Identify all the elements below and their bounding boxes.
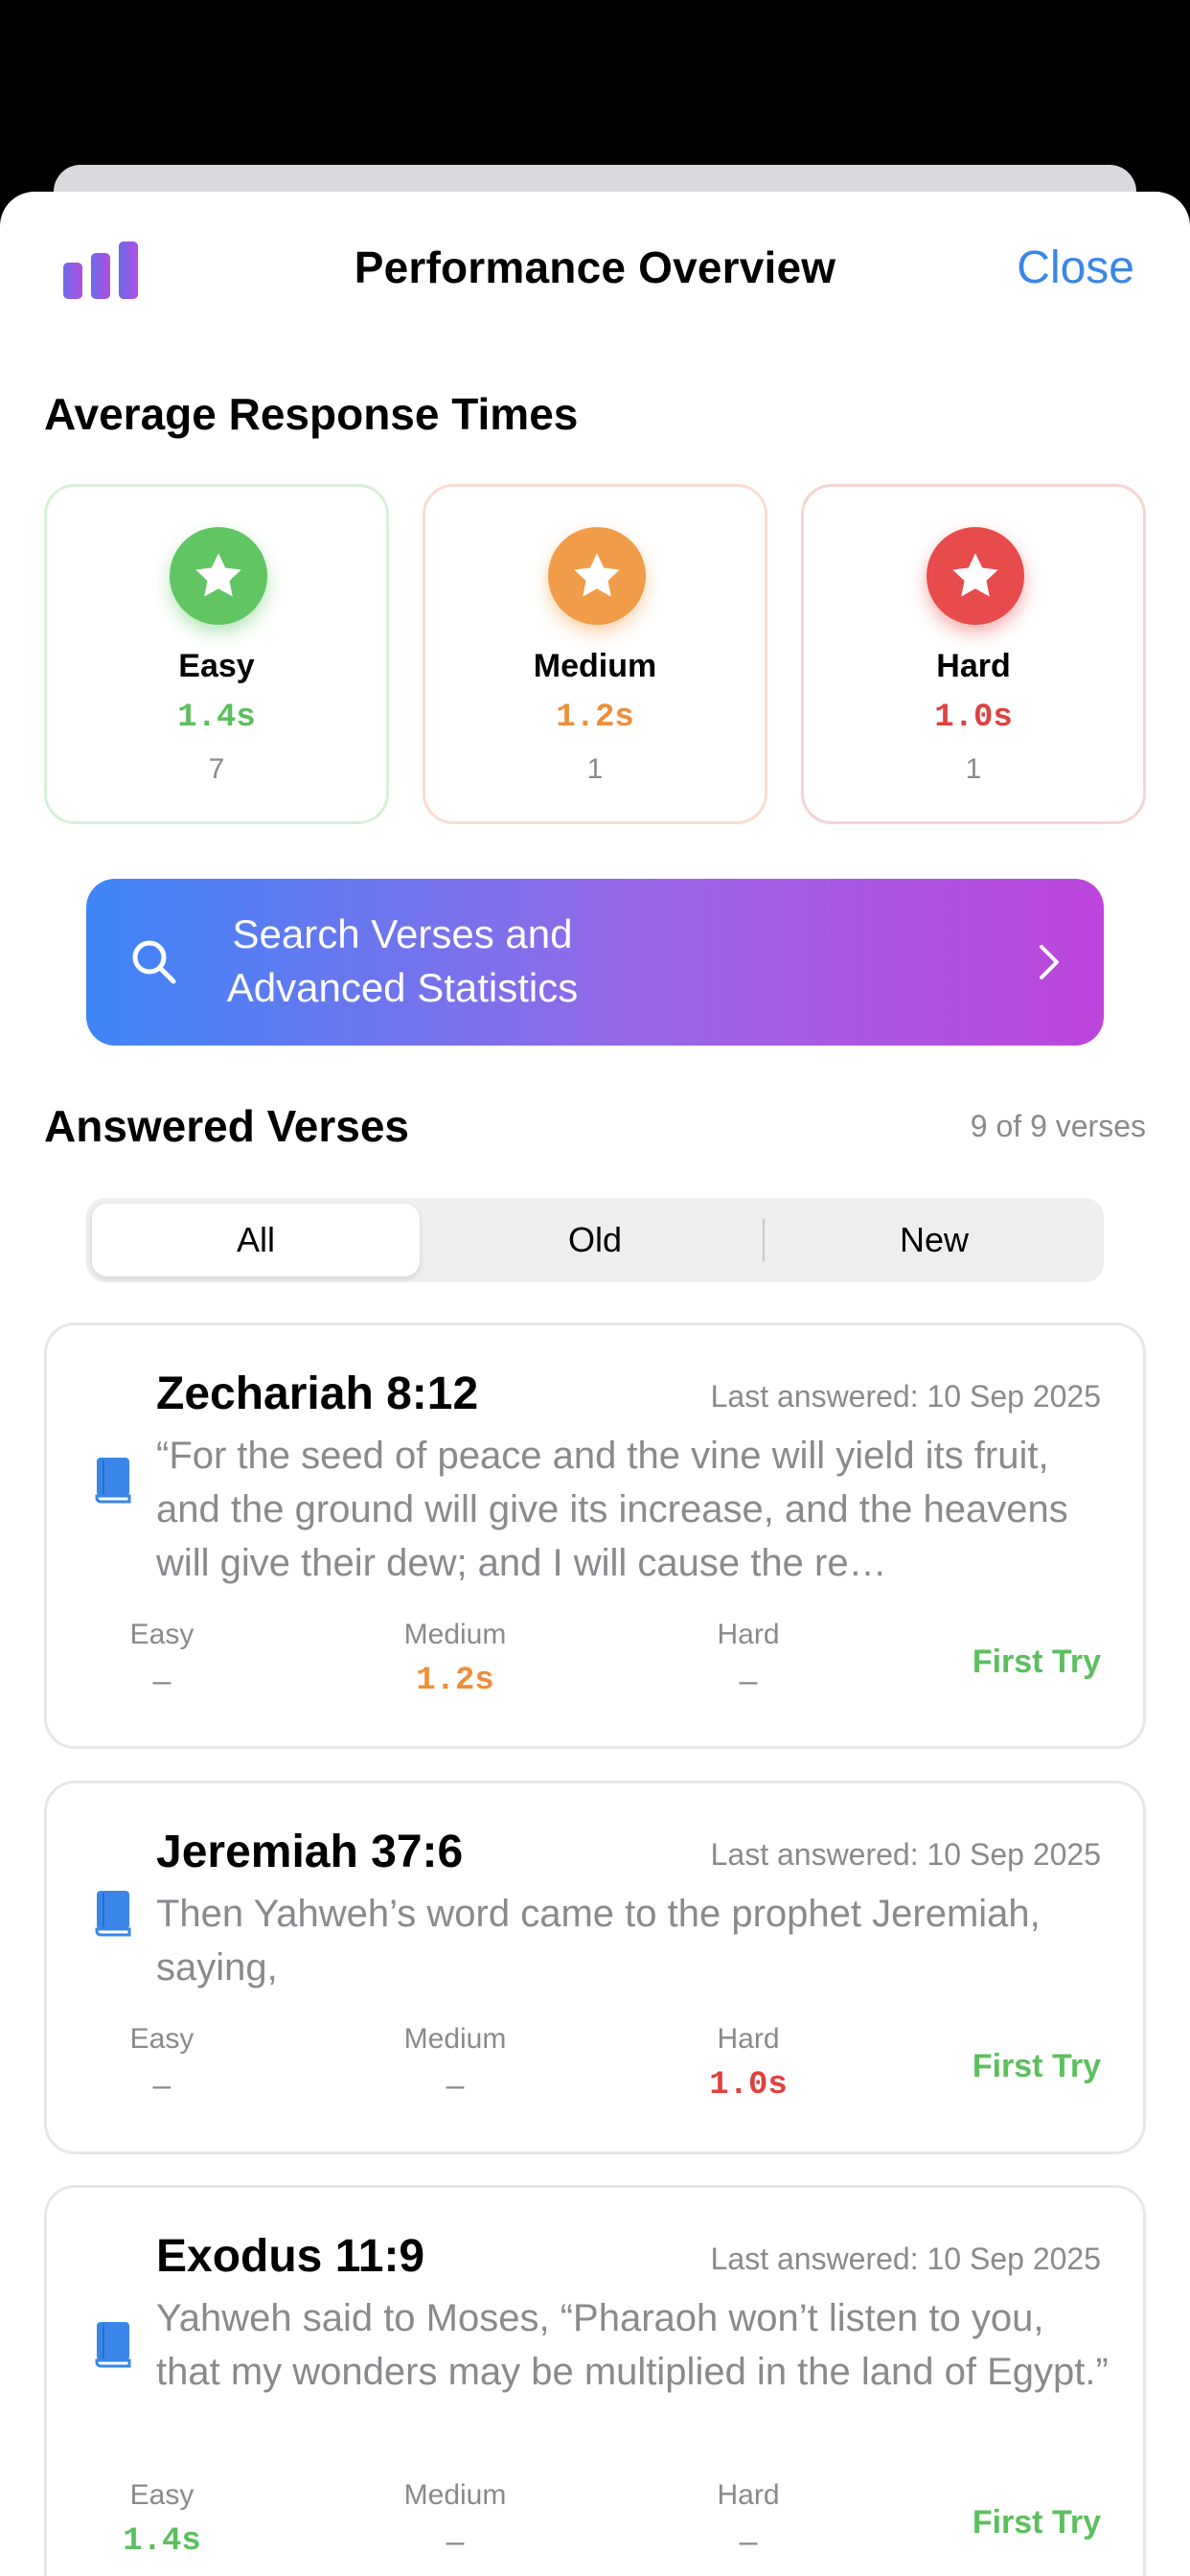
- verse-text: Yahweh said to Moses, “Pharaoh won’t lis…: [156, 2297, 1109, 2393]
- search-banner-text: Search Verses and Advanced Statistics: [211, 908, 594, 1015]
- chevron-right-icon: [1040, 945, 1059, 979]
- medium-stat-value: 1.2s: [416, 1663, 494, 1699]
- segment-all[interactable]: All: [92, 1204, 420, 1276]
- book-icon: [95, 1458, 131, 1504]
- hard-stat: Hard 1.0s: [652, 2023, 844, 2104]
- easy-stat-value: 1.4s: [123, 2523, 201, 2560]
- hard-stat-value: –: [739, 1663, 758, 1699]
- hard-card: Hard 1.0s 1: [801, 484, 1146, 824]
- search-banner-line2: Advanced Statistics: [226, 965, 579, 1010]
- hard-stat-label: Hard: [717, 2479, 780, 2511]
- search-icon: [132, 940, 176, 984]
- medium-stat-label: Medium: [403, 2479, 507, 2511]
- easy-label: Easy: [178, 648, 255, 684]
- easy-stat-label: Easy: [129, 2479, 195, 2511]
- easy-stat-value: –: [152, 1663, 172, 1699]
- hard-stat: Hard –: [652, 1619, 844, 1700]
- verse-reference: Jeremiah 37:6: [156, 1827, 464, 1877]
- last-answered: Last answered: 10 Sep 2025: [710, 2242, 1101, 2276]
- response-time-cards: Easy 1.4s 7 Medium 1.2s 1 Hard 1.0s 1: [44, 484, 1146, 824]
- verse-reference: Exodus 11:9: [156, 2231, 425, 2282]
- hard-star-icon: [927, 527, 1024, 625]
- medium-stat-label: Medium: [403, 1619, 507, 1650]
- medium-stat: Medium –: [359, 2023, 551, 2104]
- result-badge: First Try: [972, 1644, 1101, 1680]
- easy-time: 1.4s: [177, 700, 256, 736]
- result-badge: First Try: [972, 2504, 1101, 2541]
- hard-label: Hard: [936, 648, 1011, 684]
- last-answered: Last answered: 10 Sep 2025: [710, 1837, 1101, 1872]
- medium-count: 1: [586, 753, 604, 785]
- easy-stat: Easy 1.4s: [66, 2479, 258, 2560]
- easy-stat: Easy –: [66, 1619, 258, 1700]
- easy-stat-value: –: [152, 2067, 172, 2104]
- medium-star-icon: [548, 527, 646, 625]
- response-times-title: Average Response Times: [44, 389, 579, 439]
- medium-stat: Medium –: [359, 2479, 551, 2561]
- easy-stat-label: Easy: [129, 1619, 195, 1650]
- last-answered: Last answered: 10 Sep 2025: [710, 1379, 1101, 1414]
- hard-stat: Hard –: [652, 2479, 844, 2561]
- verse-text: Then Yahweh’s word came to the prophet J…: [156, 1893, 1041, 1989]
- medium-card: Medium 1.2s 1: [423, 484, 767, 824]
- hard-stat-value: 1.0s: [709, 2067, 788, 2104]
- close-button[interactable]: Close: [1017, 242, 1134, 294]
- medium-time: 1.2s: [556, 700, 634, 736]
- medium-stat-label: Medium: [403, 2023, 507, 2055]
- easy-stat: Easy –: [66, 2023, 258, 2104]
- book-icon: [95, 2322, 131, 2368]
- easy-star-icon: [170, 527, 267, 625]
- page-title: Performance Overview: [354, 242, 836, 292]
- medium-label: Medium: [533, 648, 657, 684]
- medium-stat-value: –: [446, 2523, 465, 2560]
- segment-divider: [763, 1219, 765, 1261]
- result-badge: First Try: [972, 2048, 1101, 2084]
- hard-stat-label: Hard: [717, 1619, 780, 1650]
- verse-card[interactable]: Jeremiah 37:6 Last answered: 10 Sep 2025…: [44, 1781, 1146, 2154]
- answered-verses-title: Answered Verses: [44, 1101, 410, 1151]
- segment-old[interactable]: Old: [431, 1204, 759, 1276]
- medium-stat-value: –: [446, 2067, 465, 2104]
- hard-stat-label: Hard: [717, 2023, 780, 2055]
- easy-card: Easy 1.4s 7: [44, 484, 389, 824]
- hard-stat-value: –: [739, 2523, 758, 2560]
- verse-filter-segmented-control: All Old New: [86, 1198, 1104, 1282]
- verse-card[interactable]: Zechariah 8:12 Last answered: 10 Sep 202…: [44, 1322, 1146, 1749]
- easy-stat-label: Easy: [129, 2023, 195, 2055]
- verse-reference: Zechariah 8:12: [156, 1368, 479, 1419]
- medium-stat: Medium 1.2s: [359, 1619, 551, 1699]
- hard-count: 1: [965, 753, 982, 785]
- header: Performance Overview Close: [0, 192, 1190, 350]
- segment-new[interactable]: New: [770, 1204, 1098, 1276]
- answered-count: 9 of 9 verses: [970, 1109, 1146, 1143]
- search-banner-line1: Search Verses and: [232, 911, 573, 956]
- easy-count: 7: [208, 753, 225, 785]
- book-icon: [95, 1891, 131, 1937]
- performance-sheet: Performance Overview Close Average Respo…: [0, 192, 1190, 2576]
- hard-time: 1.0s: [934, 700, 1013, 736]
- verse-card[interactable]: Exodus 11:9 Last answered: 10 Sep 2025 Y…: [44, 2185, 1146, 2576]
- verse-text: “For the seed of peace and the vine will…: [156, 1435, 1068, 1584]
- search-verses-button[interactable]: Search Verses and Advanced Statistics: [86, 879, 1104, 1046]
